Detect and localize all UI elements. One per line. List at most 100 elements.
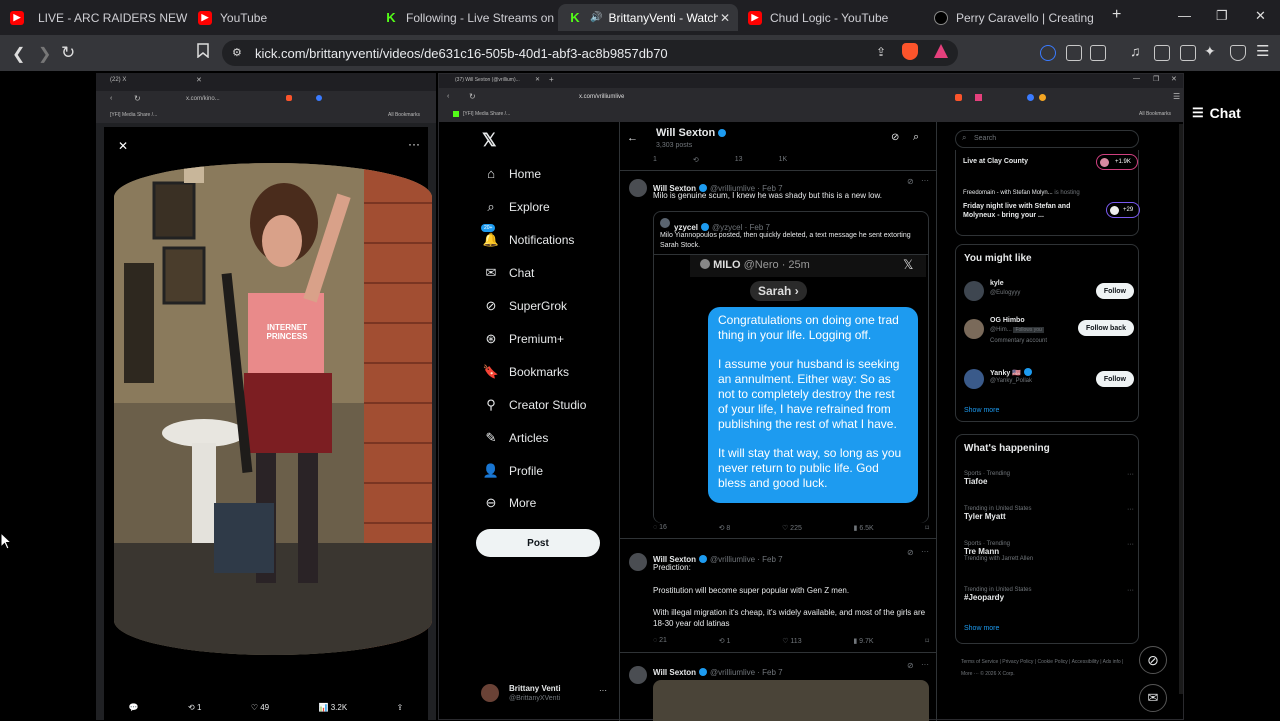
close-tab-icon[interactable]: ✕ (720, 11, 730, 25)
reply-button[interactable]: ◌ 21 (653, 637, 667, 645)
x-logo-icon[interactable]: 𝕏 (482, 130, 497, 151)
search-input[interactable]: ⌕ Search (955, 130, 1139, 148)
back-icon[interactable]: ‹ (447, 93, 449, 100)
show-more-link[interactable]: Show more (964, 625, 999, 632)
footer-links[interactable]: Terms of Service | Privacy Policy | Cook… (961, 656, 1131, 680)
nav-bookmarks[interactable]: 🔖 Bookmarks (483, 364, 569, 380)
vpn-icon[interactable] (1230, 45, 1246, 61)
repost-button[interactable]: ⟲ 1 (719, 637, 731, 645)
follow-back-button[interactable]: Follow back (1077, 320, 1134, 336)
account-switcher[interactable]: Brittany Venti @BrittanyXVenti ··· (481, 682, 611, 708)
tab-youtube[interactable]: ▶ YouTube (188, 4, 374, 31)
live-title[interactable]: Friday night live with Stefan and Molyne… (963, 202, 1091, 220)
bookmark-link[interactable]: [YFI] Media Share /... (463, 111, 510, 117)
repost-button[interactable]: ⟲ 8 (719, 524, 731, 532)
restore-icon[interactable]: ❐ (1153, 75, 1159, 83)
post-button[interactable]: Post (476, 529, 600, 557)
grok-icon[interactable]: ⊘ (907, 548, 914, 557)
nav-profile[interactable]: 👤 Profile (483, 463, 543, 479)
right-window-url[interactable]: x.com/vrilliumlive (579, 94, 624, 100)
forward-icon[interactable]: ❯ (38, 44, 51, 64)
trend-item[interactable]: Trending in United States Tyler Myatt ··… (964, 506, 1134, 530)
site-settings-icon[interactable]: ⚙ (232, 46, 242, 59)
live-listener-badge[interactable]: +29 (1106, 202, 1141, 218)
nav-supergrok[interactable]: ⊘ SuperGrok (483, 298, 567, 314)
like-count[interactable]: 13 (735, 156, 743, 164)
share-icon[interactable]: ⇪ (876, 45, 886, 59)
follow-button[interactable]: Follow (1095, 371, 1134, 387)
leo-ai-icon[interactable]: ✦ (1204, 43, 1220, 59)
back-icon[interactable]: ❮ (12, 44, 25, 64)
more-icon[interactable]: ··· (1127, 471, 1134, 478)
chat-toggle-button[interactable]: ☰ Chat (1192, 101, 1258, 125)
more-icon[interactable]: ··· (408, 137, 420, 151)
tweet[interactable]: Will Sexton @vrilliumlive · Feb 7 ⊘ ··· P… (619, 545, 937, 653)
grok-icon[interactable]: ⊘ (1139, 646, 1167, 674)
trend-item[interactable]: Sports · Trending Tre Mann Trending with… (964, 541, 1134, 573)
nav-articles[interactable]: ✎ Articles (483, 430, 549, 446)
extension-icon[interactable] (1040, 45, 1056, 61)
bookmark-icon[interactable]: ⌑ (925, 524, 929, 532)
wallet-icon[interactable] (1180, 45, 1196, 61)
more-icon[interactable]: ··· (1127, 587, 1134, 594)
bookmark-link[interactable]: [YFI] Media Share /... (110, 112, 157, 118)
minimize-icon[interactable]: — (1133, 75, 1140, 82)
grok-icon[interactable]: ⊘ (907, 177, 914, 186)
nav-explore[interactable]: ⌕ Explore (483, 199, 549, 215)
reader-icon[interactable] (1090, 45, 1106, 61)
live-title[interactable]: Live at Clay County (963, 158, 1028, 165)
tab-perry-caravello[interactable]: Perry Caravello | Creating Come (924, 4, 1110, 31)
back-icon[interactable]: ‹ (110, 95, 112, 102)
views-button[interactable]: ▮ 6.5K (854, 524, 874, 532)
tweet[interactable]: Will Sexton @vrilliumlive · Feb 7 ⊘ ··· (619, 658, 937, 721)
menu-icon[interactable]: ☰ (1173, 92, 1180, 101)
brave-rewards-icon[interactable] (934, 44, 948, 58)
tab-chud-logic[interactable]: ▶ Chud Logic - YouTube (738, 4, 924, 31)
quote-tweet[interactable]: yzycel @yzycel · Feb 7 Milo Yiannopoulos … (653, 211, 929, 523)
like-button[interactable]: ♡ 49 (251, 703, 269, 712)
video-player[interactable]: ☰ Chat (22) X ✕ ‹ ↻ x.com/kino... [YFI] … (0, 71, 1280, 721)
like-button[interactable]: ♡ 113 (782, 637, 801, 645)
repost-button[interactable]: ⟲ 1 (188, 703, 201, 712)
views-count[interactable]: 1K (779, 156, 788, 164)
left-window-url[interactable]: x.com/kino... (186, 96, 220, 102)
grok-icon[interactable]: ⊘ (891, 132, 899, 143)
back-arrow-icon[interactable]: ← (627, 132, 638, 144)
restore-icon[interactable]: ❐ (1216, 8, 1228, 24)
tab-kick-following[interactable]: K Following - Live Streams on Kick (374, 4, 560, 31)
tab-brittanyventi[interactable]: K 🔊 BrittanyVenti - Watch the ✕ (558, 4, 738, 31)
share-icon[interactable]: ⇪ (397, 703, 404, 712)
close-icon[interactable]: ✕ (118, 139, 128, 153)
suggested-user[interactable]: kyle @Eulogyyy Follow (956, 279, 1140, 309)
nav-notifications[interactable]: 🔔 Notifications 20+ (481, 224, 574, 248)
trend-item[interactable]: Trending in United States #Jeopardy ··· (964, 587, 1134, 611)
like-button[interactable]: ♡ 225 (782, 524, 802, 532)
close-window-icon[interactable]: ✕ (1171, 75, 1177, 83)
show-more-link[interactable]: Show more (964, 407, 999, 414)
tab-arc-raiders[interactable]: ▶ LIVE - ARC RAIDERS NEW UP (0, 4, 188, 31)
nav-chat[interactable]: ✉ Chat (483, 265, 535, 281)
more-icon[interactable]: ··· (1127, 541, 1134, 548)
reload-icon[interactable]: ↻ (134, 94, 141, 103)
sidebar-icon[interactable] (1154, 45, 1170, 61)
nav-creator-studio[interactable]: ⚲ Creator Studio (483, 397, 586, 413)
messages-icon[interactable]: ✉ (1139, 684, 1167, 712)
grok-icon[interactable]: ⊘ (907, 661, 914, 670)
bookmark-icon[interactable]: ⌑ (925, 637, 929, 645)
all-bookmarks-link[interactable]: All Bookmarks (1139, 111, 1171, 117)
repost-icon[interactable]: ⟲ (693, 156, 699, 164)
views-button[interactable]: ▮ 9.7K (853, 637, 873, 645)
close-window-icon[interactable]: ✕ (1255, 8, 1266, 24)
trend-item[interactable]: Sports · Trending Tiafoe ··· (964, 471, 1134, 495)
close-icon[interactable]: ✕ (535, 76, 540, 83)
menu-icon[interactable]: ☰ (1256, 42, 1272, 60)
new-tab-icon[interactable]: + (549, 75, 554, 84)
minimize-icon[interactable]: — (1178, 8, 1191, 23)
brave-shield-icon[interactable] (902, 43, 918, 60)
scrollbar[interactable] (1179, 124, 1183, 694)
tweet[interactable]: Will Sexton @vrilliumlive · Feb 7 ⊘ ··· M… (619, 171, 937, 539)
more-icon[interactable]: ··· (921, 547, 929, 556)
puzzle-icon[interactable] (1066, 45, 1082, 61)
new-tab-button[interactable]: + (1112, 6, 1121, 24)
reply-count[interactable]: 1 (653, 156, 657, 164)
